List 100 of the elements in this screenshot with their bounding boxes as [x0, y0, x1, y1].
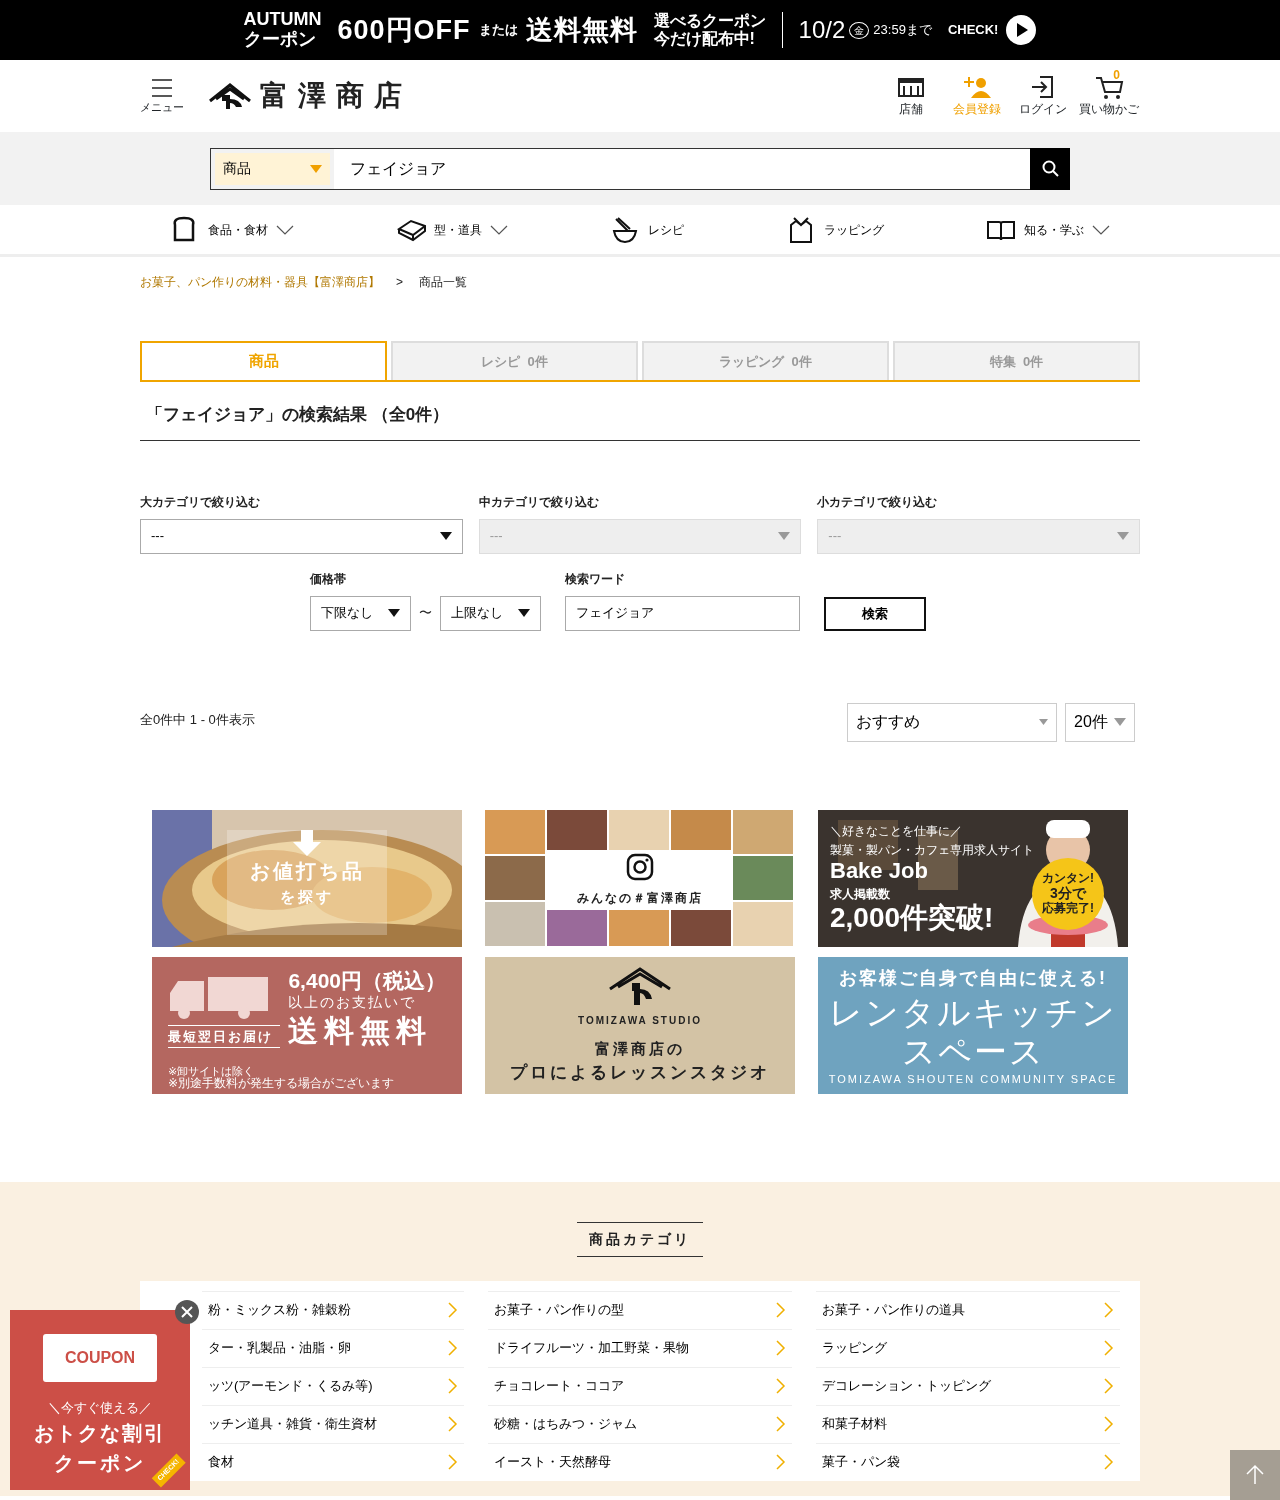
promo-choose: 選べるクーポン — [653, 12, 766, 30]
caret-icon — [1039, 718, 1048, 726]
banner-brand: TOMIZAWA STUDIO — [578, 1013, 702, 1028]
chevron-right-icon — [448, 1340, 458, 1356]
banner-tagline: お客様ご自身で自由に使える! — [839, 966, 1107, 990]
breadcrumb-current: 商品一覧 — [419, 274, 467, 291]
category-link[interactable]: 和菓子材料 — [816, 1404, 1120, 1443]
chevron-right-icon — [1104, 1302, 1114, 1318]
coupon-tag: COUPON — [43, 1334, 157, 1382]
search-submit-button[interactable]: 検索 — [824, 596, 926, 631]
banner-subheading: を探す — [280, 886, 334, 907]
promo-now: 今だけ配布中! — [653, 30, 756, 48]
chevron-down-icon — [276, 223, 294, 236]
filter-label: 中カテゴリで絞り込む — [478, 493, 600, 511]
chevron-right-icon — [776, 1454, 786, 1470]
category-link[interactable]: お菓子・パン作りの型 — [488, 1290, 792, 1329]
play-icon[interactable] — [1006, 15, 1037, 45]
caret-icon — [439, 532, 452, 540]
breadcrumb-link[interactable]: お菓子、パン作りの材料・器具【富澤商店】 — [140, 273, 380, 291]
promo-deadline: 23:59まで — [873, 21, 932, 40]
section-title: 商品カテゴリ — [577, 1221, 703, 1257]
promo-coupon-word: クーポン — [243, 30, 317, 50]
breadcrumb-separator: > — [396, 274, 403, 291]
category-link[interactable]: ドライフルーツ・加工野菜・果物 — [488, 1328, 792, 1367]
promo-date: 10/2 — [798, 15, 846, 45]
header-login-button[interactable]: ログイン — [1012, 74, 1074, 118]
chevron-right-icon — [1104, 1454, 1114, 1470]
category-link[interactable]: ッツ(アーモンド・くるみ等) — [202, 1366, 464, 1405]
banner[interactable]: TOMIZAWA STUDIO 富澤商店の プロによるレッスンスタジオ — [485, 956, 795, 1094]
range-separator: 〜 — [419, 604, 432, 623]
category-link[interactable]: イースト・天然酵母 — [488, 1442, 792, 1481]
banner-brand: TOMIZAWA SHOUTEN COMMUNITY SPACE — [828, 1071, 1118, 1087]
category-link[interactable]: 食材 — [202, 1442, 464, 1481]
category-link[interactable]: デコレーション・トッピング — [816, 1366, 1120, 1405]
banner-note: ※卸サイトは除く — [168, 1065, 255, 1078]
caret-icon — [1114, 718, 1126, 726]
chevron-right-icon — [448, 1416, 458, 1432]
banner-logo: Bake Job — [830, 858, 929, 883]
max-price-select[interactable]: 上限なし — [440, 595, 541, 631]
caret-icon — [518, 609, 530, 617]
add-user-icon — [962, 74, 992, 100]
filter-label: 小カテゴリで絞り込む — [817, 493, 939, 511]
chevron-right-icon — [448, 1454, 458, 1470]
banner-heading: スペース — [901, 1032, 1045, 1071]
banner-heading: みんなの＃富澤商店 — [577, 889, 703, 907]
per-page-select[interactable]: 20件 — [1065, 702, 1135, 742]
banner-heading: 送料無料 — [288, 1012, 434, 1049]
instagram-icon — [626, 852, 654, 881]
arrow-up-icon — [1245, 1464, 1265, 1486]
nav-item[interactable]: 食品・食材 — [164, 213, 300, 246]
banner[interactable]: 最短翌日お届け 6,400円（税込） 以上のお支払いで 送料無料 ※卸サイトは除く ※別途手数料が発生する場合がございます — [152, 956, 462, 1094]
filter-label: 大カテゴリで絞り込む — [140, 493, 261, 511]
category-link[interactable]: ラッピング — [816, 1328, 1120, 1367]
category-select[interactable]: --- — [140, 518, 463, 554]
banner-tagline: ＼好きなことを仕事に／ — [830, 822, 963, 840]
search-field[interactable]: フェイジョア — [334, 147, 1030, 190]
chevron-right-icon — [776, 1340, 786, 1356]
category-link[interactable]: 粉・ミックス粉・雑穀粉 — [202, 1290, 464, 1329]
banner[interactable]: みんなの＃富澤商店 — [485, 809, 795, 947]
promo-or: または — [478, 21, 518, 40]
search-button[interactable] — [1030, 147, 1070, 190]
chevron-down-icon — [1092, 223, 1110, 236]
chevron-right-icon — [448, 1378, 458, 1394]
banner-subheading: 富澤商店の — [595, 1038, 685, 1059]
chevron-right-icon — [448, 1302, 458, 1318]
category-link[interactable]: ター・乳製品・油脂・卵 — [202, 1328, 464, 1367]
menu-icon — [150, 76, 174, 99]
banner-subheading: 求人掲載数 — [830, 885, 891, 903]
chevron-right-icon — [1104, 1416, 1114, 1432]
logo[interactable]: 富澤商店 — [260, 75, 412, 117]
sort-select[interactable]: おすすめ — [847, 702, 1057, 742]
keyword-field[interactable]: フェイジョア — [565, 595, 800, 631]
nav-item[interactable]: レシピ — [604, 213, 690, 246]
caret-icon — [310, 164, 322, 173]
min-price-select[interactable]: 下限なし — [310, 595, 411, 631]
category-link[interactable]: 砂糖・はちみつ・ジャム — [488, 1404, 792, 1443]
category-link[interactable]: ッチン道具・雑貨・衛生資材 — [202, 1404, 464, 1443]
category-link[interactable]: お菓子・パン作りの道具 — [816, 1290, 1120, 1329]
banner-heading: レンタルキッチン — [829, 991, 1117, 1033]
category-link[interactable]: チョコレート・ココア — [488, 1366, 792, 1405]
banner-heading: プロによるレッスンスタジオ — [510, 1062, 770, 1084]
promo-check: CHECK! — [947, 21, 999, 40]
search-category-select[interactable]: 商品 — [210, 147, 334, 190]
chevron-right-icon — [776, 1302, 786, 1318]
chevron-right-icon — [776, 1416, 786, 1432]
coupon-lead: ＼今すぐ使える／ — [48, 1399, 152, 1417]
chevron-right-icon — [776, 1378, 786, 1394]
caret-icon — [778, 532, 791, 540]
close-icon — [181, 1306, 193, 1318]
coupon-title: おトクな割引 — [34, 1420, 166, 1446]
chevron-right-icon — [1104, 1340, 1114, 1356]
banner[interactable]: ＼好きなことを仕事に／ 製菓・製パン・カフェ専用求人サイト Bake Job 求人掲載数 2,000件突破! カンタン! 3分で 応募完了! — [818, 809, 1128, 947]
nav-item[interactable]: 型・道具 — [390, 213, 514, 246]
nav-item[interactable]: ラッピング — [780, 213, 890, 246]
nav-item[interactable]: 知る・学ぶ — [980, 213, 1116, 246]
banner-heading: お値打ち品 — [249, 858, 365, 884]
menu-button[interactable]: メニュー — [140, 76, 184, 116]
chevron-down-icon — [490, 223, 508, 236]
category-link[interactable]: 菓子・パン袋 — [816, 1442, 1120, 1481]
header-store-button[interactable]: 店舗 — [880, 74, 942, 118]
